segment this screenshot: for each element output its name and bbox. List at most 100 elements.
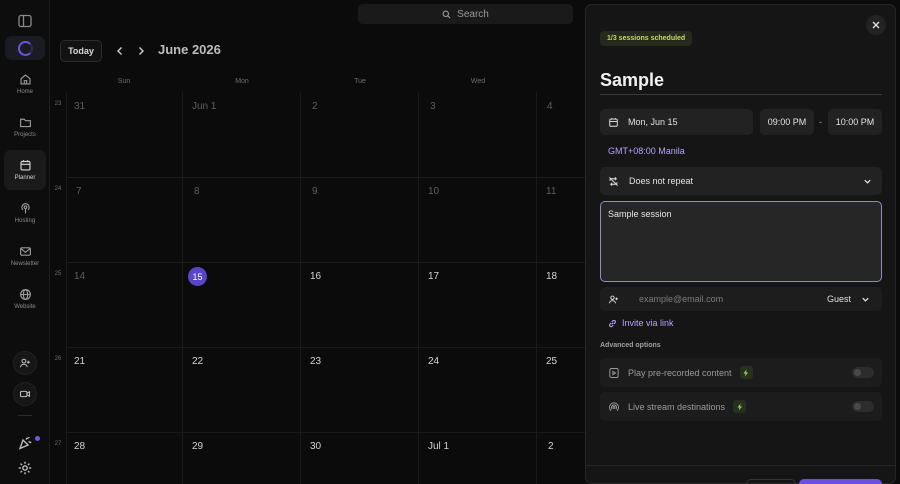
- repeat-select[interactable]: Does not repeat: [600, 167, 882, 195]
- option-label: Play pre-recorded content: [628, 367, 732, 378]
- sidebar-item-projects[interactable]: Projects: [4, 107, 46, 147]
- today-button[interactable]: Today: [60, 40, 102, 62]
- chevron-right-icon[interactable]: [135, 45, 147, 57]
- date-cell[interactable]: 10: [428, 186, 439, 197]
- sidebar-item-planner[interactable]: Planner: [4, 150, 46, 190]
- date-cell[interactable]: 29: [192, 441, 203, 452]
- gear-icon[interactable]: [17, 460, 33, 476]
- date-cell[interactable]: 17: [428, 271, 439, 282]
- date-cell[interactable]: 31: [74, 101, 85, 112]
- date-value: Mon, Jun 15: [628, 117, 678, 127]
- logo-ring-icon: [17, 40, 33, 56]
- guest-role-select[interactable]: Guest: [827, 294, 870, 304]
- week-number: 26: [54, 356, 62, 362]
- date-cell[interactable]: 30: [310, 441, 321, 452]
- sidebar-item-label: Home: [16, 89, 33, 95]
- record-video-button[interactable]: [13, 382, 37, 406]
- option-label: Live stream destinations: [628, 401, 726, 412]
- sidebar-item-website[interactable]: Website: [4, 279, 46, 319]
- globe-icon: [19, 289, 31, 300]
- sessions-badge: 1/3 sessions scheduled: [600, 31, 693, 46]
- date-cell[interactable]: 2: [548, 441, 554, 452]
- date-field[interactable]: Mon, Jun 15: [600, 109, 753, 135]
- app-root: Home Projects Planner Hosting Newsletter…: [0, 0, 900, 484]
- sidebar-item-newsletter[interactable]: Newsletter: [4, 236, 46, 276]
- close-button[interactable]: [866, 15, 886, 35]
- session-panel: 1/3 sessions scheduled Sample Mon, Jun 1…: [585, 4, 896, 484]
- option-prerecorded: Play pre-recorded content: [600, 358, 882, 387]
- grid-line: [66, 347, 586, 348]
- advanced-options-label: Advanced options: [600, 342, 661, 349]
- sidebar: Home Projects Planner Hosting Newsletter…: [0, 0, 50, 484]
- sidebar-toggle-icon[interactable]: [17, 13, 33, 29]
- date-cell[interactable]: 25: [546, 356, 557, 367]
- date-cell[interactable]: 8: [194, 186, 200, 197]
- date-cell[interactable]: 2: [312, 101, 318, 112]
- date-cell[interactable]: 3: [430, 101, 436, 112]
- broadcast-icon: [609, 401, 619, 411]
- timezone-link[interactable]: GMT+08:00 Manila: [608, 146, 685, 156]
- link-icon: [609, 319, 616, 327]
- day-header-wed: Wed: [470, 78, 486, 85]
- celebrate-icon[interactable]: [17, 435, 33, 451]
- workspace-logo[interactable]: [5, 36, 45, 60]
- start-time-field[interactable]: 09:00 PM: [760, 109, 814, 135]
- description-textarea[interactable]: Sample session: [600, 201, 882, 282]
- date-cell[interactable]: 18: [546, 271, 557, 282]
- calendar-icon: [19, 160, 31, 171]
- user-plus-icon: [608, 295, 618, 303]
- date-cell[interactable]: 11: [546, 186, 556, 197]
- end-time-field[interactable]: 10:00 PM: [828, 109, 882, 135]
- date-cell[interactable]: 28: [74, 441, 85, 452]
- guest-email-input[interactable]: example@email.com: [639, 294, 723, 304]
- home-icon: [19, 74, 31, 85]
- date-cell[interactable]: 23: [310, 356, 321, 367]
- user-plus-icon: [19, 358, 30, 368]
- chevron-down-icon: [864, 179, 871, 184]
- prerecorded-toggle[interactable]: [852, 367, 874, 378]
- grid-line: [66, 262, 586, 263]
- grid-line: [66, 177, 586, 178]
- bolt-icon: [737, 403, 742, 410]
- guest-invite-field[interactable]: example@email.com Guest: [600, 287, 882, 311]
- session-title-input[interactable]: Sample: [600, 67, 882, 95]
- sidebar-item-hosting[interactable]: Hosting: [4, 193, 46, 233]
- sidebar-item-home[interactable]: Home: [4, 64, 46, 104]
- date-cell[interactable]: 9: [312, 186, 318, 197]
- sidebar-item-label: Hosting: [14, 218, 36, 224]
- invite-member-button[interactable]: [13, 351, 37, 375]
- search-bar[interactable]: Search: [358, 4, 573, 24]
- day-header-tue: Tue: [354, 78, 366, 85]
- sidebar-divider: [18, 415, 32, 416]
- date-cell[interactable]: 7: [76, 186, 82, 197]
- month-title: June 2026: [158, 42, 221, 57]
- grid-line: [182, 92, 183, 484]
- search-icon: [442, 10, 451, 18]
- live-stream-toggle[interactable]: [852, 401, 874, 412]
- chevron-left-icon[interactable]: [114, 45, 126, 57]
- mail-icon: [19, 247, 31, 256]
- sidebar-item-label: Projects: [14, 132, 36, 138]
- grid-line: [418, 92, 419, 484]
- video-icon: [19, 390, 31, 398]
- today-date-badge[interactable]: 15: [188, 267, 207, 286]
- date-cell[interactable]: 22: [192, 356, 203, 367]
- chevron-down-icon: [862, 297, 869, 302]
- search-label: Search: [457, 8, 489, 20]
- play-file-icon: [609, 367, 619, 378]
- date-cell[interactable]: 21: [74, 356, 85, 367]
- week-number: 23: [54, 101, 62, 107]
- date-cell[interactable]: 14: [74, 271, 85, 282]
- date-cell[interactable]: Jul 1: [428, 441, 449, 452]
- date-cell[interactable]: 16: [310, 271, 321, 282]
- save-button[interactable]: [799, 479, 882, 484]
- notification-dot: [35, 436, 40, 441]
- cancel-button[interactable]: [746, 479, 796, 484]
- folder-icon: [19, 118, 31, 128]
- date-cell[interactable]: 4: [547, 101, 553, 112]
- grid-line: [536, 92, 537, 484]
- date-cell[interactable]: 24: [428, 356, 439, 367]
- invite-via-link[interactable]: Invite via link: [608, 318, 674, 328]
- date-cell[interactable]: Jun 1: [192, 101, 216, 112]
- time-separator: -: [819, 117, 822, 127]
